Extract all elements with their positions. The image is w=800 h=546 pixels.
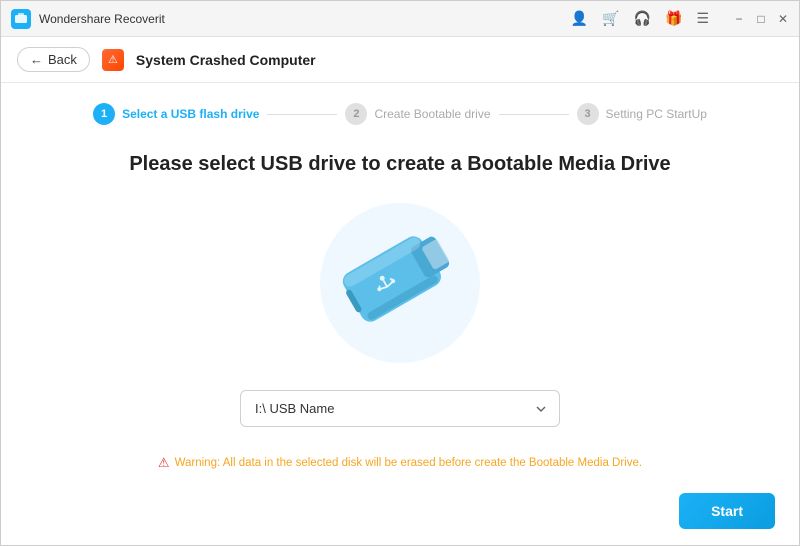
- headset-icon[interactable]: 🎧: [634, 10, 651, 27]
- step-3-circle: 3: [577, 103, 599, 125]
- step-1: 1 Select a USB flash drive: [93, 103, 259, 125]
- steps-container: 1 Select a USB flash drive 2 Create Boot…: [93, 103, 707, 125]
- usb-dropdown[interactable]: I:\ USB Name: [240, 390, 560, 427]
- step-2-circle: 2: [345, 103, 367, 125]
- step-1-circle: 1: [93, 103, 115, 125]
- app-logo: [11, 9, 31, 29]
- step-2: 2 Create Bootable drive: [345, 103, 490, 125]
- minimize-button[interactable]: −: [733, 13, 745, 25]
- page-title: System Crashed Computer: [136, 52, 316, 68]
- person-icon[interactable]: 👤: [571, 10, 588, 27]
- menu-icon[interactable]: ☰: [696, 10, 709, 27]
- start-button[interactable]: Start: [679, 493, 775, 529]
- back-button[interactable]: ← Back: [17, 47, 90, 72]
- warning-icon: ⚠: [158, 455, 170, 471]
- close-button[interactable]: ✕: [777, 13, 789, 25]
- title-bar-left: Wondershare Recoverit: [11, 9, 165, 29]
- app-name: Wondershare Recoverit: [39, 12, 165, 26]
- back-label: Back: [48, 52, 77, 67]
- maximize-button[interactable]: □: [755, 13, 767, 25]
- step-line-1: [267, 114, 337, 115]
- window-controls: − □ ✕: [733, 13, 789, 25]
- warning-message: Warning: All data in the selected disk w…: [175, 457, 643, 469]
- cart-icon[interactable]: 🛒: [602, 10, 619, 27]
- warning-container: ⚠ Warning: All data in the selected disk…: [158, 455, 642, 471]
- title-bar-actions: 👤 🛒 🎧 🎁 ☰ − □ ✕: [571, 10, 789, 27]
- main-heading: Please select USB drive to create a Boot…: [129, 153, 670, 176]
- page-icon: ⚠: [102, 49, 124, 71]
- title-bar: Wondershare Recoverit 👤 🛒 🎧 🎁 ☰ − □ ✕: [1, 1, 799, 37]
- usb-svg: [300, 198, 500, 368]
- usb-illustration: [300, 198, 500, 368]
- step-1-label: Select a USB flash drive: [122, 107, 259, 121]
- step-3-label: Setting PC StartUp: [606, 107, 707, 121]
- nav-bar: ← Back ⚠ System Crashed Computer: [1, 37, 799, 83]
- step-2-label: Create Bootable drive: [374, 107, 490, 121]
- back-arrow-icon: ←: [30, 52, 43, 67]
- step-line-2: [499, 114, 569, 115]
- step-3: 3 Setting PC StartUp: [577, 103, 707, 125]
- main-content: 1 Select a USB flash drive 2 Create Boot…: [1, 83, 799, 545]
- gift-icon[interactable]: 🎁: [665, 10, 682, 27]
